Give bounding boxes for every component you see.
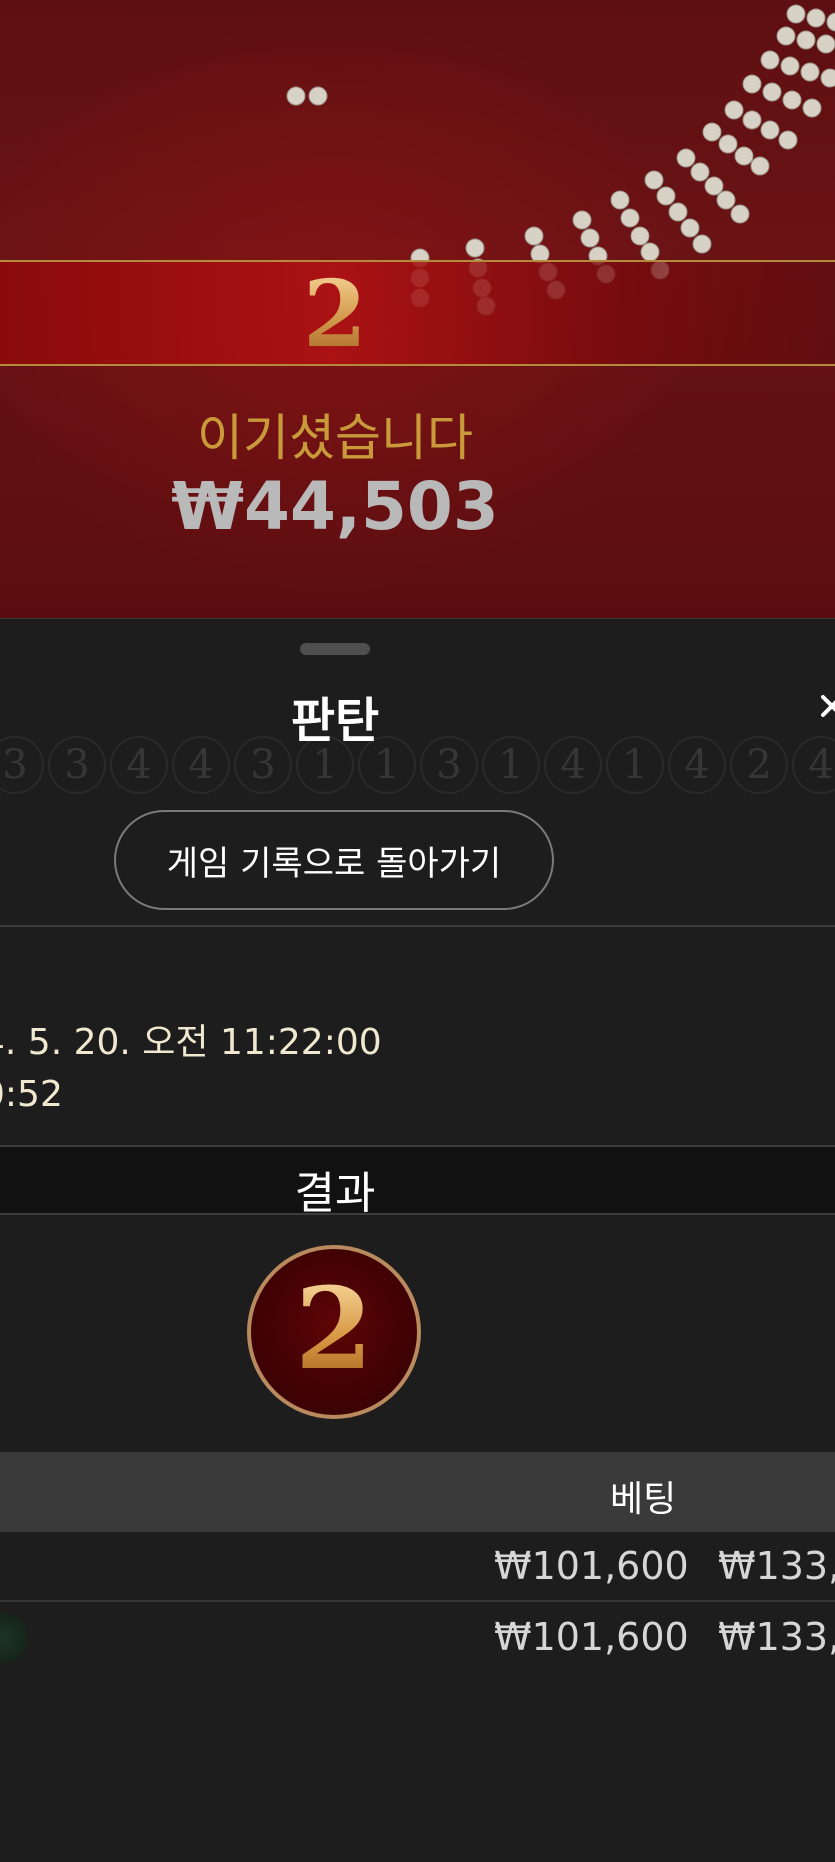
bead [465,238,485,258]
chip-icon [0,1613,28,1663]
bead [524,226,544,246]
history-result-chip: 4 [668,736,726,794]
game-area: 2 이기셨습니다 ₩44,503 [0,0,835,618]
round-date: 4. 5. 20. 오전 11:22:00 [0,1022,382,1063]
bead [668,202,688,222]
bead [724,100,744,120]
bead [776,26,796,46]
bead [802,98,822,118]
bead [716,190,736,210]
bead [676,148,696,168]
bead [644,170,664,190]
bead [806,8,826,28]
payout-amount: ₩133, [718,1615,835,1659]
bead [742,74,762,94]
close-icon[interactable] [821,681,835,737]
win-amount: ₩44,503 [171,468,499,545]
bead [782,90,802,110]
winning-number: 2 [0,268,670,360]
bead [778,130,798,150]
bead [610,190,630,210]
result-badge: 2 [247,1245,421,1419]
payout-amount: ₩133, [718,1544,835,1588]
bead [760,120,780,140]
history-result-chip: 2 [730,736,788,794]
bead [702,122,722,142]
bet-column-label: 베팅 [610,1479,677,1520]
bead [786,4,806,24]
bead [780,56,800,76]
bead [750,156,770,176]
bead [820,68,835,88]
round-time: 0:52 [0,1074,63,1115]
bead [620,208,640,228]
bets-table-header: 베팅 [0,1452,835,1532]
bead [580,228,600,248]
bead [734,146,754,166]
sheet-title: 판탄 [290,693,380,749]
bead [816,34,835,54]
bead [308,86,328,106]
bead [760,50,780,70]
bead [680,218,700,238]
bead [572,210,592,230]
table-row: ₩101,600 ₩133, [0,1603,835,1673]
win-message: 이기셨습니다 [197,409,473,467]
bead [796,30,816,50]
result-header: 결과 [0,1145,835,1219]
result-header-label: 결과 [294,1168,376,1219]
back-to-history-button[interactable]: 게임 기록으로 돌아가기 [114,810,554,910]
bead [630,226,650,246]
result-number: 2 [295,1264,373,1395]
bet-amount: ₩101,600 [494,1544,689,1588]
bead [692,234,712,254]
bead [826,12,835,32]
bead [286,86,306,106]
bead [690,162,710,182]
bead [730,204,750,224]
sheet-grab-handle[interactable] [300,643,370,655]
bead [704,176,724,196]
bead [742,110,762,130]
divider [0,925,835,927]
table-row: ₩101,600 ₩133, [0,1532,835,1602]
bet-amount: ₩101,600 [494,1615,689,1659]
bead [640,242,660,262]
bead [800,62,820,82]
bead [656,186,676,206]
history-result-chip: 4 [792,736,835,794]
game-history-sheet: 33443113141424 판탄 게임 기록으로 돌아가기 4. 5. 20.… [0,618,835,1862]
bead [762,82,782,102]
bead [718,134,738,154]
